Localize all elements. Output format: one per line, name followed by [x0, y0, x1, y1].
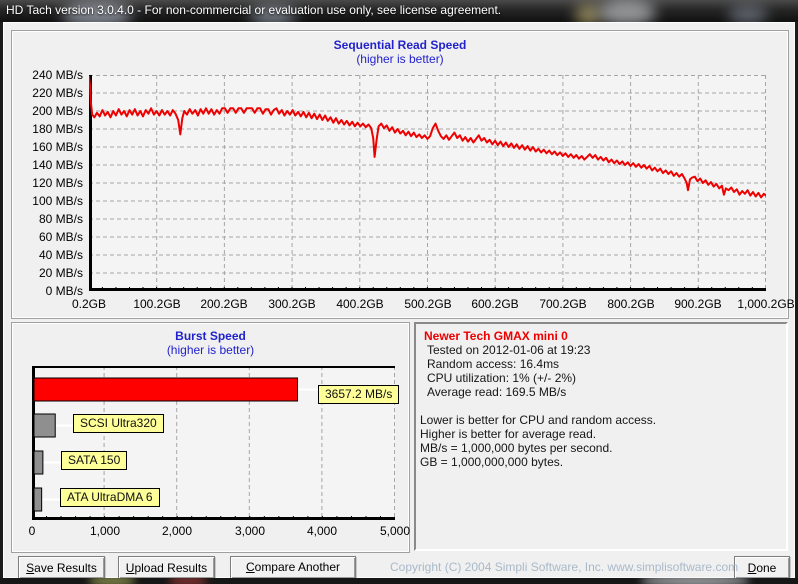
y-axis-tick-label: 100 MB/s [23, 194, 83, 208]
sequential-chart-subtitle: (higher is better) [12, 52, 788, 66]
burst-speed-panel: Burst Speed (higher is better) 3657.2 MB… [11, 322, 410, 553]
x-axis-tick-label: 1,000.2GB [734, 297, 798, 311]
x-axis-tick-label: 100.2GB [125, 297, 189, 311]
y-axis-tick-label: 0 MB/s [23, 284, 83, 298]
x-axis-tick-label: 900.2GB [666, 297, 730, 311]
drive-info-panel: Newer Tech GMAX mini 0 Tested on 2012-01… [414, 322, 788, 551]
y-axis-tick-label: 80 MB/s [23, 212, 83, 226]
aero-glass-highlight [88, 578, 136, 584]
scsi-ultra320-bar [34, 414, 55, 437]
upload-results-button[interactable]: Upload Results [118, 556, 215, 579]
x-axis-tick-label: 300.2GB [260, 297, 324, 311]
tested-drive-burst-bar [34, 378, 298, 401]
aero-glass-highlight [728, 6, 768, 22]
aero-glass-highlight [640, 578, 750, 584]
save-results-label: Save Results [19, 558, 104, 578]
drive-name: Newer Tech GMAX mini 0 [424, 329, 568, 343]
aero-glass-highlight [598, 0, 656, 22]
y-axis-tick-label: 120 MB/s [23, 176, 83, 190]
sata-150-tag: SATA 150 [61, 451, 127, 470]
burst-chart-title: Burst Speed [12, 329, 409, 343]
done-button[interactable]: Done [734, 556, 790, 579]
x-axis-tick-label: 600.2GB [463, 297, 527, 311]
ata-ultradma-6-tag: ATA UltraDMA 6 [60, 488, 160, 507]
compare-another-drive-button[interactable]: Compare Another Drive [230, 556, 356, 579]
x-axis-tick-label: 800.2GB [599, 297, 663, 311]
x-axis-tick-label: 0.2GB [57, 297, 121, 311]
average-read-line: Average read: 169.5 MB/s [427, 385, 566, 399]
burst-x-tick-label: 4,000 [290, 524, 354, 538]
sata-150-bar [34, 451, 43, 474]
burst-x-tick-label: 2,000 [145, 524, 209, 538]
sequential-chart-title: Sequential Read Speed [12, 38, 788, 52]
ata-ultradma-6-bar [34, 488, 42, 511]
hd-tach-window: HD Tach version 3.0.4.0 - For non-commer… [0, 0, 798, 584]
burst-x-tick-label: 0 [0, 524, 64, 538]
x-axis-tick-label: 500.2GB [396, 297, 460, 311]
window-titlebar[interactable]: HD Tach version 3.0.4.0 - For non-commer… [0, 0, 798, 22]
sequential-read-chart [89, 75, 766, 291]
note-line: MB/s = 1,000,000 bytes per second. [420, 441, 612, 455]
save-results-button[interactable]: Save Results [18, 556, 105, 579]
sequential-read-plot-area [89, 75, 766, 291]
y-axis-tick-label: 240 MB/s [23, 68, 83, 82]
note-line: Lower is better for CPU and random acces… [420, 413, 656, 427]
y-axis-tick-label: 200 MB/s [23, 104, 83, 118]
window-title: HD Tach version 3.0.4.0 - For non-commer… [6, 3, 501, 17]
note-line: GB = 1,000,000,000 bytes. [420, 455, 563, 469]
tested-on-line: Tested on 2012-01-06 at 19:23 [427, 343, 590, 357]
scsi-ultra320-tag: SCSI Ultra320 [73, 414, 164, 433]
y-axis-tick-label: 20 MB/s [23, 266, 83, 280]
random-access-line: Random access: 16.4ms [427, 357, 559, 371]
window-bottom-edge [0, 578, 798, 584]
x-axis-tick-label: 400.2GB [328, 297, 392, 311]
x-axis-tick-label: 200.2GB [192, 297, 256, 311]
y-axis-tick-label: 160 MB/s [23, 140, 83, 154]
y-axis-tick-label: 40 MB/s [23, 248, 83, 262]
copyright-text: Copyright (C) 2004 Simpli Software, Inc.… [390, 560, 738, 574]
tested-drive-burst-tag: 3657.2 MB/s [318, 385, 399, 404]
note-line: Higher is better for average read. [420, 427, 596, 441]
y-axis-tick-label: 180 MB/s [23, 122, 83, 136]
burst-x-tick-label: 3,000 [218, 524, 282, 538]
y-axis-tick-label: 220 MB/s [23, 86, 83, 100]
y-axis-tick-label: 140 MB/s [23, 158, 83, 172]
y-axis-tick-label: 60 MB/s [23, 230, 83, 244]
x-axis-tick-label: 700.2GB [531, 297, 595, 311]
done-label: Done [735, 558, 789, 578]
burst-chart-subtitle: (higher is better) [12, 343, 409, 357]
client-area: Sequential Read Speed (higher is better)… [3, 22, 795, 578]
cpu-utilization-line: CPU utilization: 1% (+/- 2%) [427, 371, 576, 385]
aero-glass-highlight [168, 578, 208, 584]
burst-x-tick-label: 1,000 [73, 524, 137, 538]
sequential-read-panel: Sequential Read Speed (higher is better)… [11, 30, 789, 319]
upload-results-label: Upload Results [119, 558, 214, 578]
